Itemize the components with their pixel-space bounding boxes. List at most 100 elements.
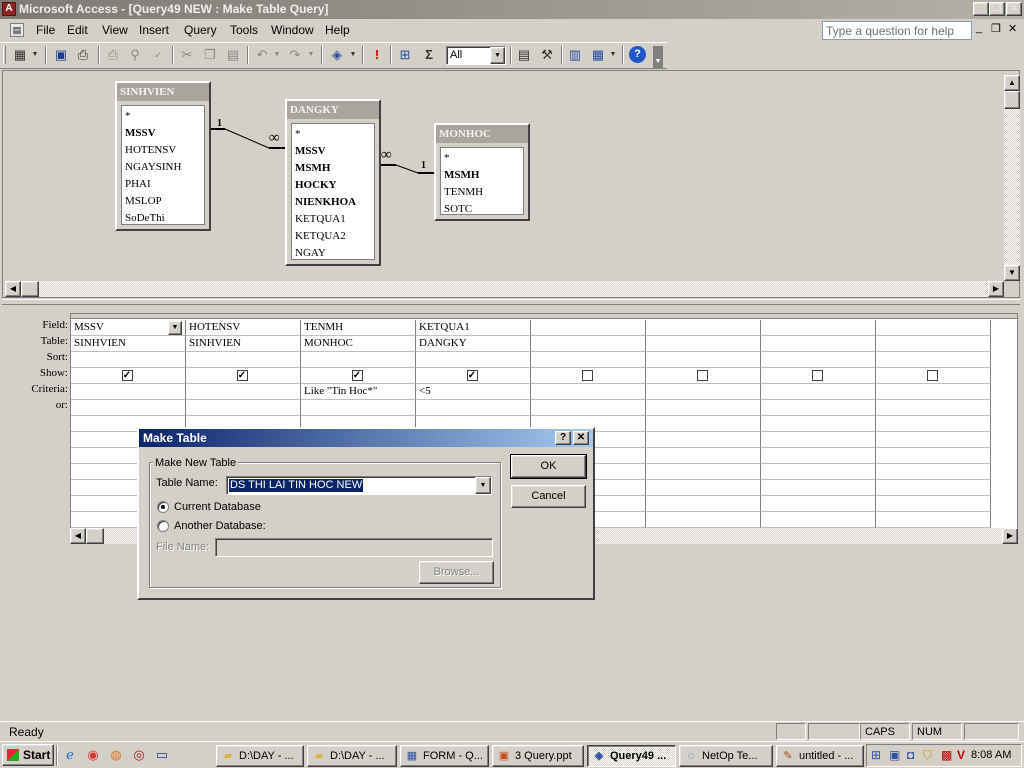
grid-cell-empty[interactable]: [761, 464, 876, 480]
grid-cell-empty[interactable]: [761, 448, 876, 464]
grid-cell-criteria[interactable]: [71, 384, 186, 400]
scroll-thumb[interactable]: [1004, 91, 1020, 109]
field-item[interactable]: *: [441, 150, 523, 167]
grid-cell-empty[interactable]: [646, 512, 761, 528]
field-item-key[interactable]: MSMH: [292, 160, 374, 177]
field-item[interactable]: TENMH: [441, 184, 523, 201]
grid-cell-empty[interactable]: [876, 432, 991, 448]
taskbar-button[interactable]: ▦ FORM - Q...: [400, 745, 489, 767]
grid-cell-field[interactable]: [646, 320, 761, 336]
tray-app-icon[interactable]: ◘: [907, 748, 914, 762]
grid-cell-sort[interactable]: [646, 352, 761, 368]
start-button[interactable]: Start: [2, 744, 54, 766]
query-type-dropdown-icon[interactable]: ▼: [348, 46, 358, 64]
redo-icon[interactable]: ↷: [286, 46, 304, 64]
grid-cell-table[interactable]: MONHOC: [301, 336, 416, 352]
field-item[interactable]: SOTC: [441, 201, 523, 218]
field-list-title[interactable]: DANGKY: [287, 101, 379, 119]
grid-cell-field[interactable]: KETQUA1: [416, 320, 531, 336]
grid-cell-empty[interactable]: [646, 464, 761, 480]
field-item[interactable]: SoDeThi: [122, 210, 204, 227]
cancel-button[interactable]: Cancel: [511, 485, 586, 508]
grid-cell-sort[interactable]: [186, 352, 301, 368]
database-window-icon[interactable]: ▥: [566, 46, 584, 64]
taskbar-button[interactable]: ✎ untitled - ...: [776, 745, 864, 767]
toolbar-options-icon[interactable]: ▼: [653, 46, 663, 68]
show-checkbox[interactable]: [696, 370, 708, 381]
ok-button[interactable]: OK: [510, 454, 587, 479]
query-type-icon[interactable]: ◈: [328, 46, 346, 64]
access-key-icon[interactable]: A: [2, 2, 16, 16]
field-item-key[interactable]: NIENKHOA: [292, 194, 374, 211]
grid-cell-empty[interactable]: [761, 432, 876, 448]
menu-tools[interactable]: Tools: [230, 23, 258, 37]
shield-icon[interactable]: ⛉: [923, 748, 932, 763]
grid-cell-table[interactable]: [531, 336, 646, 352]
grid-cell-field[interactable]: [761, 320, 876, 336]
grid-cell-sort[interactable]: [876, 352, 991, 368]
field-item-key[interactable]: MSSV: [292, 143, 374, 160]
grid-cell-table[interactable]: [876, 336, 991, 352]
spelling-icon[interactable]: ✓: [149, 46, 167, 64]
grid-cell-or[interactable]: [646, 400, 761, 416]
display-icon[interactable]: ▣: [889, 748, 900, 762]
table-pane-vscroll[interactable]: ▲ ▼: [1004, 75, 1020, 281]
print-icon[interactable]: ⎙: [104, 46, 122, 64]
taskbar-button[interactable]: ▰ D:\DAY - ...: [307, 745, 397, 767]
run-icon[interactable]: !: [368, 46, 386, 64]
new-object-icon[interactable]: ▦: [589, 46, 607, 64]
menu-query[interactable]: Query: [184, 23, 217, 37]
grid-cell-criteria[interactable]: Like "Tin Hoc*": [301, 384, 416, 400]
field-list-dangky[interactable]: DANGKY * MSSV MSMH HOCKY NIENKHOA KETQUA…: [285, 99, 381, 266]
menu-edit[interactable]: Edit: [67, 23, 88, 37]
field-item-key[interactable]: MSSV: [122, 125, 204, 142]
grid-cell-sort[interactable]: [531, 352, 646, 368]
new-object-dropdown-icon[interactable]: ▼: [608, 46, 618, 64]
internet-explorer-icon[interactable]: ℯ: [62, 747, 78, 763]
scroll-left-icon[interactable]: ◀: [5, 281, 21, 297]
grid-cell-empty[interactable]: [646, 432, 761, 448]
taskbar-button[interactable]: ◌ NetOp Te...: [679, 745, 773, 767]
help-search-input[interactable]: Type a question for help: [822, 21, 972, 40]
field-list-sinhvien[interactable]: SINHVIEN * MSSV HOTENSV NGAYSINH PHAI MS…: [115, 81, 211, 231]
redo-dropdown-icon[interactable]: ▼: [306, 46, 316, 64]
copy-icon[interactable]: ❐: [201, 46, 219, 64]
view-dropdown-icon[interactable]: ▼: [30, 46, 40, 64]
table-name-value[interactable]: DS THI LAI TIN HOC NEW: [229, 479, 364, 492]
browse-button[interactable]: Browse...: [419, 561, 494, 584]
doc-close-button[interactable]: ✕: [1008, 22, 1017, 35]
field-item[interactable]: *: [122, 108, 204, 125]
show-checkbox[interactable]: [811, 370, 823, 381]
menu-window[interactable]: Window: [271, 23, 314, 37]
show-checkbox[interactable]: ✓: [351, 370, 363, 381]
grid-cell-empty[interactable]: [761, 496, 876, 512]
show-checkbox[interactable]: [581, 370, 593, 381]
grid-cell-empty[interactable]: [646, 416, 761, 432]
grid-cell-or[interactable]: [71, 400, 186, 416]
grid-cell-criteria[interactable]: [876, 384, 991, 400]
top-values-select[interactable]: All ▼: [446, 46, 506, 65]
grid-cell-or[interactable]: [301, 400, 416, 416]
show-table-icon[interactable]: ⊞: [396, 46, 414, 64]
menu-help[interactable]: Help: [325, 23, 350, 37]
field-item-key[interactable]: HOCKY: [292, 177, 374, 194]
scroll-thumb[interactable]: [21, 281, 39, 297]
grid-cell-empty[interactable]: [876, 480, 991, 496]
antivirus-icon[interactable]: ▩: [941, 748, 952, 762]
grid-cell-empty[interactable]: [876, 512, 991, 528]
dialog-title-bar[interactable]: Make Table: [139, 429, 593, 447]
field-list-monhoc[interactable]: MONHOC * MSMH TENMH SOTC: [434, 123, 530, 221]
grid-cell-criteria[interactable]: <5: [416, 384, 531, 400]
grid-cell-empty[interactable]: [646, 448, 761, 464]
show-checkbox[interactable]: ✓: [236, 370, 248, 381]
grid-cell-or[interactable]: [531, 400, 646, 416]
scroll-right-icon[interactable]: ▶: [988, 281, 1004, 297]
totals-icon[interactable]: Σ: [420, 46, 438, 64]
current-database-radio[interactable]: [157, 501, 169, 513]
scroll-left-icon[interactable]: ◀: [70, 528, 86, 544]
undo-dropdown-icon[interactable]: ▼: [272, 46, 282, 64]
field-dropdown-icon[interactable]: ▼: [168, 321, 182, 335]
current-database-label[interactable]: Current Database: [174, 501, 261, 513]
grid-cell-or[interactable]: [416, 400, 531, 416]
doc-minimize-button[interactable]: _: [976, 22, 982, 34]
